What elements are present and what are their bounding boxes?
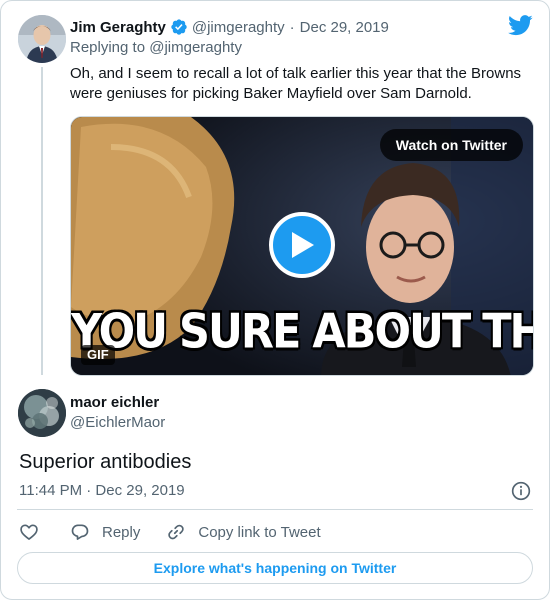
reply-label: Reply: [102, 523, 141, 541]
reply-bubble-icon: [71, 524, 89, 540]
parent-tweet-text: Oh, and I seem to recall a lot of talk e…: [70, 65, 522, 102]
copy-link-label: Copy link to Tweet: [198, 523, 321, 541]
thread-connector-line: [41, 67, 43, 375]
author-handle[interactable]: @jimgeraghty: [192, 19, 285, 36]
play-button[interactable]: [269, 212, 335, 278]
separator-dot: ·: [289, 18, 295, 36]
like-button[interactable]: [19, 522, 39, 542]
explore-twitter-button[interactable]: Explore what's happening on Twitter: [17, 552, 533, 584]
avatar[interactable]: [18, 15, 66, 63]
info-icon[interactable]: [511, 481, 531, 501]
copy-link-button[interactable]: Copy link to Tweet: [166, 522, 321, 542]
parent-tweet[interactable]: Jim Geraghty @jimgeraghty · Dec 29, 2019…: [1, 1, 549, 379]
gif-caption: YOU SURE ABOUT THAT?: [71, 304, 533, 360]
tweet-embed-card: Jim Geraghty @jimgeraghty · Dec 29, 2019…: [0, 0, 550, 600]
tweet-text: Superior antibodies: [19, 451, 192, 473]
tweet-actions: Reply Copy link to Tweet: [19, 520, 321, 544]
link-icon: [168, 524, 185, 540]
gif-badge: GIF: [81, 345, 115, 365]
replying-to-label: Replying to @jimgeraghty: [70, 39, 242, 56]
divider: [17, 509, 533, 510]
verified-badge-icon: [171, 19, 187, 35]
avatar[interactable]: [18, 389, 66, 437]
play-icon: [292, 232, 314, 258]
watch-on-twitter-button[interactable]: Watch on Twitter: [379, 129, 523, 161]
author-name[interactable]: maor eichler: [70, 394, 159, 411]
tweet-date[interactable]: Dec 29, 2019: [300, 19, 389, 36]
author-name[interactable]: Jim Geraghty: [70, 19, 166, 36]
parent-author-row: Jim Geraghty @jimgeraghty · Dec 29, 2019: [70, 17, 389, 37]
author-handle[interactable]: @EichlerMaor: [70, 414, 165, 431]
reply-button[interactable]: Reply: [70, 522, 140, 542]
heart-icon: [20, 524, 38, 540]
gif-media[interactable]: Watch on Twitter YOU SURE ABOUT THAT? GI…: [70, 116, 534, 376]
twitter-bird-icon[interactable]: [508, 15, 533, 36]
tweet-timestamp[interactable]: 11:44 PM · Dec 29, 2019: [19, 482, 185, 499]
